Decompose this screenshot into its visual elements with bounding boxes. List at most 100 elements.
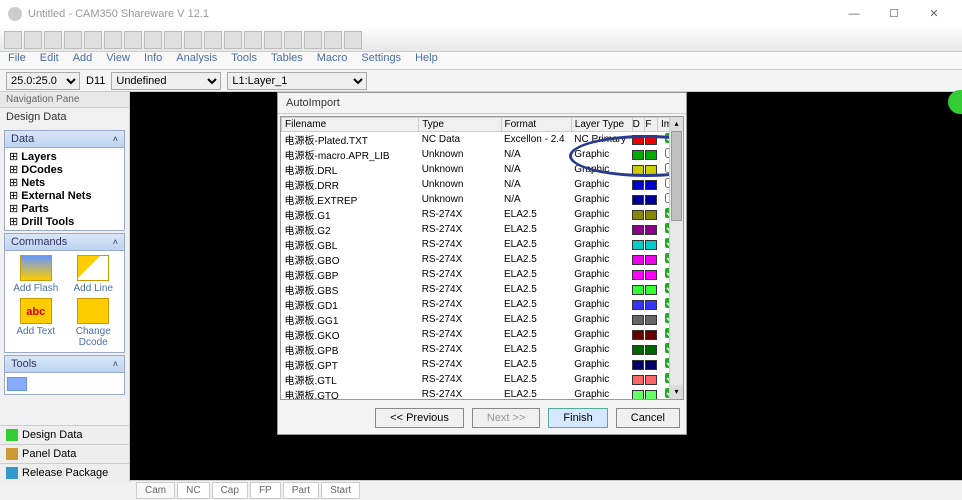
col-type[interactable]: Type xyxy=(419,118,501,132)
table-row[interactable]: 电源板-Plated.TXTNC DataExcellon - 2.4NC Pr… xyxy=(282,132,683,148)
table-row[interactable]: 电源板.DRLUnknownN/AGraphic xyxy=(282,162,683,177)
footer-design-data[interactable]: Design Data xyxy=(0,425,129,444)
table-row[interactable]: 电源板.DRRUnknownN/AGraphic xyxy=(282,177,683,192)
menu-view[interactable]: View xyxy=(106,52,130,69)
col-layertype[interactable]: Layer Type xyxy=(571,118,632,132)
toolbar-btn[interactable] xyxy=(304,31,322,49)
toolbar-btn[interactable] xyxy=(264,31,282,49)
table-row[interactable]: 电源板.GTLRS-274XELA2.5Graphic xyxy=(282,372,683,387)
toolbar-btn[interactable] xyxy=(224,31,242,49)
canvas-area[interactable]: AutoImport Filename Type Format Layer Ty… xyxy=(130,92,962,482)
cancel-button[interactable]: Cancel xyxy=(616,408,680,428)
cmd-add-line[interactable]: Add Line xyxy=(69,255,117,294)
grid-scrollbar[interactable]: ▴ ▾ xyxy=(669,117,683,399)
navigation-pane: Navigation Pane Design Data Data˄ ⊞ Laye… xyxy=(0,92,130,482)
dcode-select[interactable]: Undefined xyxy=(111,72,221,90)
tools-header[interactable]: Tools˄ xyxy=(4,355,125,373)
table-row[interactable]: 电源板.EXTREPUnknownN/AGraphic xyxy=(282,192,683,207)
maximize-button[interactable]: ☐ xyxy=(874,0,914,28)
next-button[interactable]: Next >> xyxy=(472,408,541,428)
menu-tables[interactable]: Tables xyxy=(271,52,303,69)
table-row[interactable]: 电源板.GKORS-274XELA2.5Graphic xyxy=(282,327,683,342)
tab-nc[interactable]: NC xyxy=(177,482,209,499)
col-filename[interactable]: Filename xyxy=(282,118,419,132)
toolbar-btn[interactable] xyxy=(44,31,62,49)
tab-fp[interactable]: FP xyxy=(250,482,281,499)
table-row[interactable]: 电源板.G1RS-274XELA2.5Graphic xyxy=(282,207,683,222)
nav-pane-header: Navigation Pane xyxy=(0,92,129,108)
menu-info[interactable]: Info xyxy=(144,52,162,69)
zoom-select[interactable]: 25.0:25.0 xyxy=(6,72,80,90)
table-row[interactable]: 电源板.GBLRS-274XELA2.5Graphic xyxy=(282,237,683,252)
menu-macro[interactable]: Macro xyxy=(317,52,348,69)
table-row[interactable]: 电源板.GBORS-274XELA2.5Graphic xyxy=(282,252,683,267)
toolbar-btn[interactable] xyxy=(344,31,362,49)
cmd-add-text[interactable]: abcAdd Text xyxy=(12,298,60,348)
footer-release-package[interactable]: Release Package xyxy=(0,463,129,482)
tree-external-nets[interactable]: ⊞ External Nets xyxy=(7,189,122,202)
tab-cap[interactable]: Cap xyxy=(212,482,248,499)
toolbar-btn[interactable] xyxy=(64,31,82,49)
tree-dcodes[interactable]: ⊞ DCodes xyxy=(7,163,122,176)
toolbar-btn[interactable] xyxy=(4,31,22,49)
tools-strip xyxy=(4,373,125,395)
table-row[interactable]: 电源板.GG1RS-274XELA2.5Graphic xyxy=(282,312,683,327)
tab-part[interactable]: Part xyxy=(283,482,319,499)
toolbar-btn[interactable] xyxy=(244,31,262,49)
tab-cam[interactable]: Cam xyxy=(136,482,175,499)
netlist-tool[interactable] xyxy=(7,377,27,391)
table-row[interactable]: 电源板.G2RS-274XELA2.5Graphic xyxy=(282,222,683,237)
table-row[interactable]: 电源板.GPBRS-274XELA2.5Graphic xyxy=(282,342,683,357)
menu-file[interactable]: File xyxy=(8,52,26,69)
previous-button[interactable]: << Previous xyxy=(375,408,464,428)
toolbar-btn[interactable] xyxy=(284,31,302,49)
toolbar-btn[interactable] xyxy=(84,31,102,49)
scroll-thumb[interactable] xyxy=(671,131,682,221)
table-row[interactable]: 电源板.GBPRS-274XELA2.5Graphic xyxy=(282,267,683,282)
finish-button[interactable]: Finish xyxy=(548,408,607,428)
tree-layers[interactable]: ⊞ Layers xyxy=(7,150,122,163)
design-data-label[interactable]: Design Data xyxy=(0,108,129,126)
col-f[interactable]: F xyxy=(645,118,658,132)
minimize-button[interactable]: — xyxy=(834,0,874,28)
menu-tools[interactable]: Tools xyxy=(231,52,257,69)
toolbar-btn[interactable] xyxy=(164,31,182,49)
toolbar-btn[interactable] xyxy=(324,31,342,49)
bottom-tabs: Cam NC Cap FP Part Start xyxy=(130,480,962,500)
col-d[interactable]: D xyxy=(632,118,645,132)
toolbar-btn[interactable] xyxy=(184,31,202,49)
table-row[interactable]: 电源板.GPTRS-274XELA2.5Graphic xyxy=(282,357,683,372)
scroll-down-icon[interactable]: ▾ xyxy=(670,385,683,399)
menu-add[interactable]: Add xyxy=(73,52,93,69)
footer-panel-data[interactable]: Panel Data xyxy=(0,444,129,463)
data-header[interactable]: Data˄ xyxy=(4,130,125,148)
tree-nets[interactable]: ⊞ Nets xyxy=(7,176,122,189)
layer-select[interactable]: L1:Layer_1 xyxy=(227,72,367,90)
table-row[interactable]: 电源板.GBSRS-274XELA2.5Graphic xyxy=(282,282,683,297)
scroll-up-icon[interactable]: ▴ xyxy=(670,117,683,131)
dcode-prefix: D11 xyxy=(86,75,105,87)
commands-header[interactable]: Commands˄ xyxy=(4,233,125,251)
toolbar-btn[interactable] xyxy=(124,31,142,49)
toolbar-btn[interactable] xyxy=(204,31,222,49)
close-button[interactable]: ✕ xyxy=(914,0,954,28)
table-row[interactable]: 电源板.GTORS-274XELA2.5Graphic xyxy=(282,387,683,400)
cmd-change-dcode[interactable]: Change Dcode xyxy=(69,298,117,348)
tab-start[interactable]: Start xyxy=(321,482,360,499)
tree-drill-tools[interactable]: ⊞ Drill Tools xyxy=(7,215,122,228)
toolbar-btn[interactable] xyxy=(24,31,42,49)
chevron-up-icon: ˄ xyxy=(113,359,118,369)
menu-help[interactable]: Help xyxy=(415,52,438,69)
toolbar-btn[interactable] xyxy=(144,31,162,49)
col-format[interactable]: Format xyxy=(501,118,571,132)
menu-settings[interactable]: Settings xyxy=(361,52,401,69)
table-row[interactable]: 电源板-macro.APR_LIBUnknownN/AGraphic xyxy=(282,147,683,162)
menu-edit[interactable]: Edit xyxy=(40,52,59,69)
autoimport-dialog: AutoImport Filename Type Format Layer Ty… xyxy=(277,92,687,435)
tree-parts[interactable]: ⊞ Parts xyxy=(7,202,122,215)
table-row[interactable]: 电源板.GD1RS-274XELA2.5Graphic xyxy=(282,297,683,312)
menu-analysis[interactable]: Analysis xyxy=(176,52,217,69)
toolbar-btn[interactable] xyxy=(104,31,122,49)
cmd-add-flash[interactable]: Add Flash xyxy=(12,255,60,294)
menu-bar: File Edit Add View Info Analysis Tools T… xyxy=(0,52,962,70)
